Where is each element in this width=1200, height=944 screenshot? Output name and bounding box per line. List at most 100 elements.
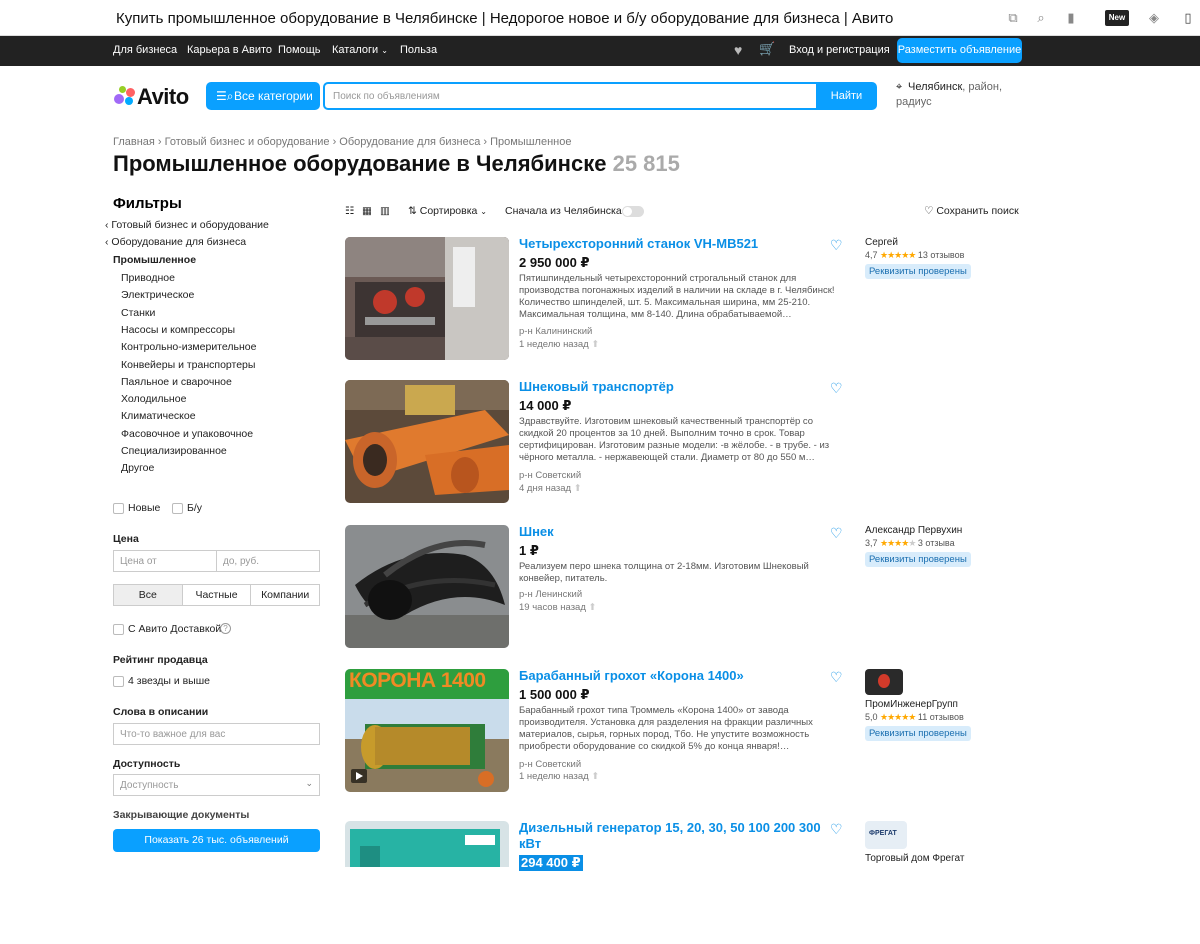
listing-photo[interactable] <box>345 821 509 944</box>
list-view-icon[interactable]: ☷ <box>345 205 354 217</box>
filter-back-business[interactable]: ‹ Готовый бизнес и оборудование <box>105 219 269 231</box>
listing-card[interactable]: Дизельный генератор 15, 20, 30, 50 100 2… <box>345 820 1175 944</box>
page-title-text: Промышленное оборудование в Челябинске <box>113 151 607 176</box>
listing-title[interactable]: Барабанный грохот «Корона 1400» <box>519 668 744 683</box>
listing-time: 4 дня назад ⬆ <box>519 483 582 494</box>
listing-photo[interactable]: КОРОНА 1400 <box>345 669 509 792</box>
heart-icon[interactable]: ♥ <box>734 42 742 58</box>
new-checkbox[interactable] <box>113 503 124 514</box>
rating-stars-icon: ★★★★★ <box>880 712 916 722</box>
subcategory-item[interactable]: Конвейеры и транспортеры <box>121 359 255 371</box>
listing-card[interactable]: КОРОНА 1400 Барабанный грохот «Корона 14… <box>345 668 1175 792</box>
subcategory-item[interactable]: Холодильное <box>121 393 186 405</box>
seller-name[interactable]: Александр Первухин <box>865 525 1015 536</box>
show-results-button[interactable]: Показать 26 тыс. объявлений <box>113 829 320 852</box>
seg-all[interactable]: Все <box>114 585 183 605</box>
sort-dropdown[interactable]: ⇅ Сортировка ⌄ <box>408 205 487 217</box>
breadcrumb[interactable]: Главная › Готовый бизнес и оборудование … <box>113 136 571 148</box>
login-link[interactable]: Вход и регистрация <box>789 44 890 56</box>
seller-reviews[interactable]: 11 отзывов <box>918 712 964 722</box>
subcategory-item[interactable]: Специализированное <box>121 445 227 457</box>
subcategory-item[interactable]: Контрольно-измерительное <box>121 341 256 353</box>
favorite-heart-icon[interactable]: ♡ <box>830 821 843 838</box>
location-selector[interactable]: ⌖ Челябинск, район, радиус <box>896 80 1006 110</box>
subcategory-item[interactable]: Паяльное и сварочное <box>121 376 232 388</box>
grid-view-icon[interactable]: ▦ <box>362 205 372 217</box>
seller-block[interactable]: Александр Первухин 3,7 ★★★★★ 3 отзыва Ре… <box>865 525 1015 567</box>
price-to-input[interactable]: до, руб. <box>216 550 320 572</box>
listing-area: р-н Ленинский <box>519 589 583 600</box>
used-checkbox[interactable] <box>172 503 183 514</box>
favorite-heart-icon[interactable]: ♡ <box>830 237 843 254</box>
seller-name[interactable]: Сергей <box>865 237 1015 248</box>
seg-private[interactable]: Частные <box>183 585 252 605</box>
nav-benefit[interactable]: Польза <box>400 44 437 56</box>
search-input[interactable]: Поиск по объявлениям <box>323 82 818 110</box>
chevron-down-icon: ⌄ <box>381 46 388 55</box>
listing-photo[interactable] <box>345 525 509 648</box>
words-input[interactable]: Что-то важное для вас <box>113 723 320 745</box>
listing-time-text: 4 дня назад <box>519 483 572 494</box>
all-categories-button[interactable]: ☰⌕ Все категории <box>206 82 320 110</box>
price-from-input[interactable]: Цена от <box>113 550 217 572</box>
seller-name[interactable]: ПромИнженерГрупп <box>865 699 1015 710</box>
save-search-button[interactable]: ♡ Сохранить поиск <box>924 205 1019 217</box>
seller-block[interactable]: ПромИнженерГрупп 5,0 ★★★★★ 11 отзывов Ре… <box>865 669 1015 741</box>
extension-icon[interactable]: ◈ <box>1146 10 1162 26</box>
nav-career[interactable]: Карьера в Авито <box>187 44 272 56</box>
cart-icon[interactable]: 🛒 <box>759 41 775 57</box>
seller-logo[interactable] <box>865 669 903 695</box>
nav-business[interactable]: Для бизнеса <box>113 44 177 56</box>
bookmark-icon[interactable]: ▮ <box>1063 10 1079 26</box>
listing-title[interactable]: Шнек <box>519 524 554 539</box>
listing-time-text: 1 неделю назад <box>519 339 589 350</box>
nav-catalogs-label: Каталоги <box>332 44 379 56</box>
empty-star-icon: ★ <box>908 538 916 548</box>
favorite-heart-icon[interactable]: ♡ <box>830 669 843 686</box>
filter-back-equipment[interactable]: ‹ Оборудование для бизнеса <box>105 236 246 248</box>
listing-photo[interactable] <box>345 380 509 503</box>
seg-companies[interactable]: Компании <box>251 585 319 605</box>
subcategory-item[interactable]: Электрическое <box>121 289 194 301</box>
seller-reviews[interactable]: 3 отзыва <box>918 538 955 548</box>
listing-description: Здравствуйте. Изготовим шнековый качеств… <box>519 416 830 463</box>
help-icon[interactable]: ? <box>220 623 231 634</box>
seller-logo[interactable]: ФРЕГАТ <box>865 821 907 849</box>
subcategory-item[interactable]: Климатическое <box>121 410 196 422</box>
listing-title[interactable]: Дизельный генератор 15, 20, 30, 50 100 2… <box>519 820 829 852</box>
delivery-checkbox[interactable] <box>113 624 124 635</box>
availability-select[interactable]: Доступность ⌄ <box>113 774 320 796</box>
subcategory-item[interactable]: Приводное <box>121 272 175 284</box>
subcategory-item[interactable]: Другое <box>121 462 154 474</box>
nav-catalogs[interactable]: Каталоги ⌄ <box>332 44 388 56</box>
seller-block[interactable]: ФРЕГАТ Торговый дом Фрегат <box>865 821 1015 864</box>
search-icon[interactable]: ⌕ <box>1033 10 1049 26</box>
subcategory-item[interactable]: Станки <box>121 307 155 319</box>
new-badge-icon[interactable]: New <box>1105 10 1129 26</box>
menu-icon[interactable]: ▯ <box>1180 10 1196 26</box>
seller-name[interactable]: Торговый дом Фрегат <box>865 853 1015 864</box>
city-first-toggle[interactable] <box>622 206 644 217</box>
seller-block[interactable]: Сергей 4,7 ★★★★★ 13 отзывов Реквизиты пр… <box>865 237 1015 279</box>
nav-help[interactable]: Помощь <box>278 44 321 56</box>
listing-card[interactable]: Четырехсторонний станок VH-MB521 2 950 0… <box>345 236 1175 360</box>
window-icon[interactable]: ⧉ <box>1005 10 1021 26</box>
categories-label: Все категории <box>234 89 313 103</box>
listing-photo[interactable] <box>345 237 509 360</box>
find-button[interactable]: Найти <box>816 82 877 110</box>
rating-checkbox[interactable] <box>113 676 124 687</box>
map-view-icon[interactable]: ▥ <box>380 205 390 217</box>
subcategory-item[interactable]: Фасовочное и упаковочное <box>121 428 253 440</box>
listing-card[interactable]: Шнековый транспортёр 14 000 ₽ Здравствуй… <box>345 379 1175 503</box>
favorite-heart-icon[interactable]: ♡ <box>830 525 843 542</box>
seller-reviews[interactable]: 13 отзывов <box>918 250 965 260</box>
logo-text: Avito <box>137 84 189 109</box>
subcategory-item[interactable]: Насосы и компрессоры <box>121 324 235 336</box>
listing-title[interactable]: Четырехсторонний станок VH-MB521 <box>519 236 758 251</box>
listing-title[interactable]: Шнековый транспортёр <box>519 379 674 394</box>
listing-area: р-н Советский <box>519 759 582 770</box>
post-ad-button[interactable]: Разместить объявление <box>897 38 1022 63</box>
favorite-heart-icon[interactable]: ♡ <box>830 380 843 397</box>
listing-card[interactable]: Шнек 1 ₽ Реализуем перо шнека толщина от… <box>345 524 1175 648</box>
seller-rating-value: 3,7 <box>865 538 878 548</box>
